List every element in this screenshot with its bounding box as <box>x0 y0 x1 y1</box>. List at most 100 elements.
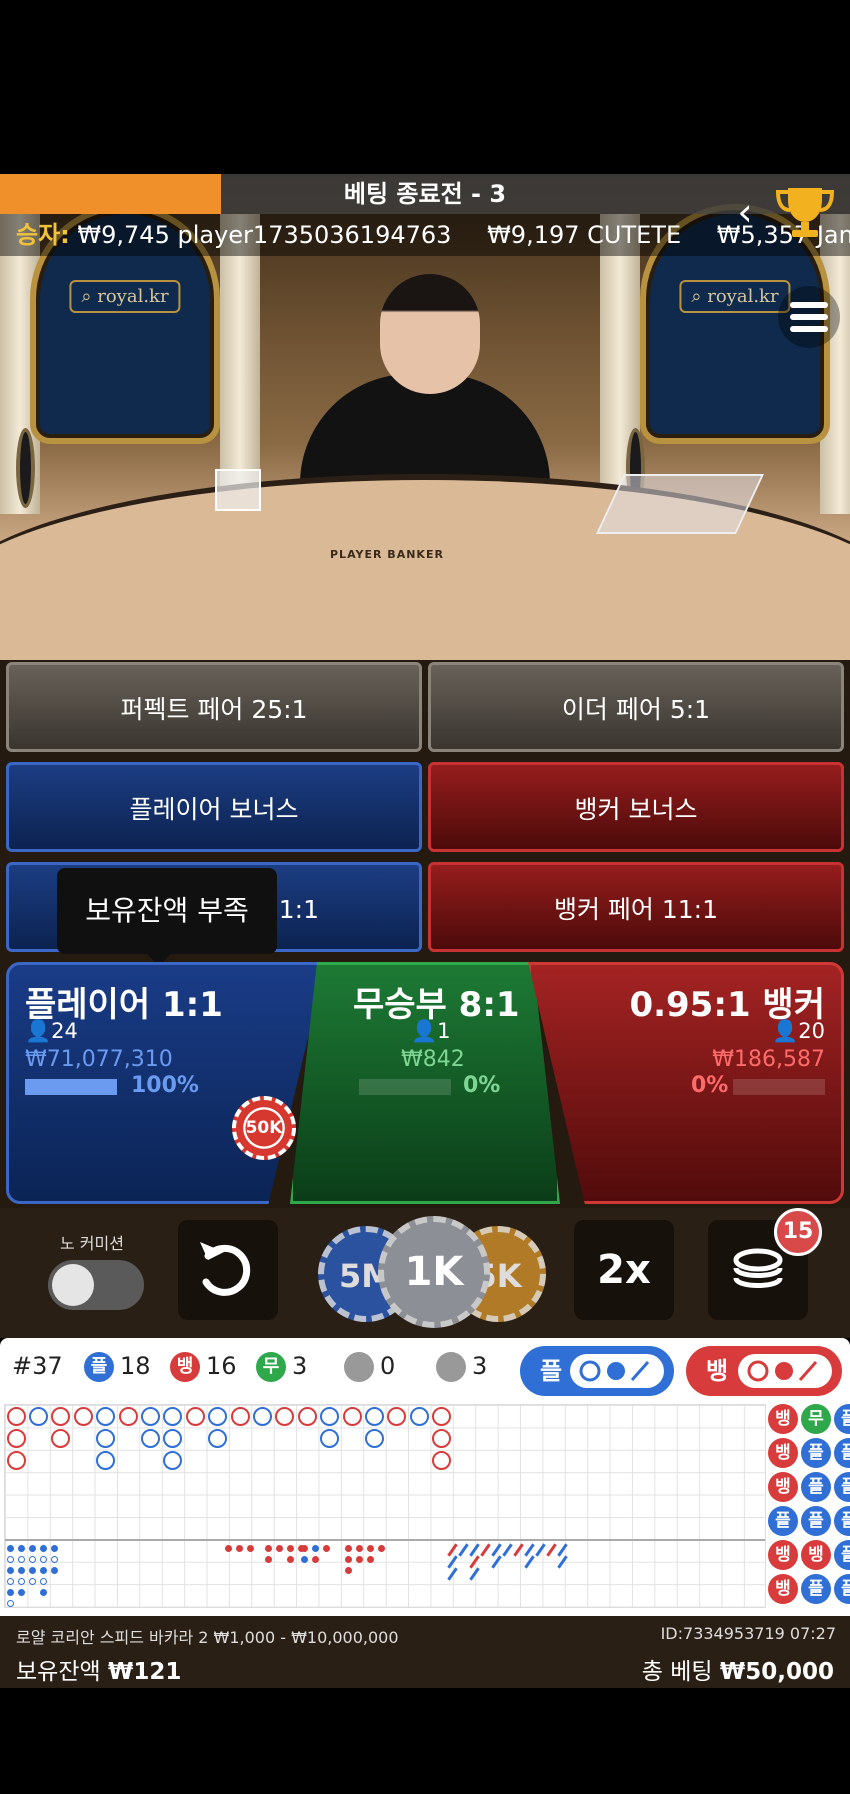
road-dot <box>7 1600 14 1607</box>
perfect-pair-bet[interactable]: 퍼펙트 페어 25:1 <box>6 662 422 752</box>
road-ring-banker <box>342 1406 362 1426</box>
road-ring-banker <box>73 1406 93 1426</box>
road-slash <box>447 1567 458 1581</box>
road-ring-player <box>208 1428 228 1448</box>
predict-banker-pill <box>738 1354 832 1388</box>
banker-bet-bar <box>733 1079 825 1095</box>
road-ring-player <box>208 1406 228 1426</box>
banker-bet-pct: 0% <box>691 1073 729 1098</box>
road-ring-player <box>96 1406 116 1426</box>
road-slash <box>447 1555 458 1569</box>
road-ring-banker <box>6 1451 26 1471</box>
banker-bonus-bet[interactable]: 뱅커 보너스 <box>428 762 844 852</box>
road-ring-banker <box>118 1406 138 1426</box>
chevron-left-icon[interactable]: ‹ <box>720 182 770 242</box>
side-result-badge: 플 <box>834 1472 850 1502</box>
road-dot <box>51 1545 58 1552</box>
road-dot <box>18 1567 25 1574</box>
predict-player-pill <box>570 1354 664 1388</box>
side-result-badge: 뱅 <box>768 1540 798 1570</box>
side-result-badge: 플 <box>834 1404 850 1434</box>
hamburger-menu-icon[interactable] <box>778 286 840 348</box>
road-ring-player <box>163 1428 183 1448</box>
road-ring-player <box>409 1406 429 1426</box>
road-dot <box>247 1545 254 1552</box>
road-dot <box>40 1567 47 1574</box>
tie-bet-pct: 0% <box>463 1073 501 1098</box>
side-result-badge: 플 <box>834 1574 850 1604</box>
side-result-badge: 뱅 <box>768 1574 798 1604</box>
tie-bet-total: ₩842 <box>401 1047 465 1072</box>
road-ring-player <box>252 1406 272 1426</box>
road-ring-banker <box>51 1428 71 1448</box>
player-bet-bar <box>25 1079 117 1095</box>
tie-bet[interactable]: 무승부 8:1 👤1 ₩842 0% <box>290 962 560 1204</box>
road-slash <box>469 1543 480 1557</box>
road-dot <box>323 1545 330 1552</box>
road-dot <box>7 1578 14 1585</box>
road-dot <box>7 1545 14 1552</box>
side-result-badge: 플 <box>801 1438 831 1468</box>
banker-bet-total: ₩186,587 <box>712 1047 825 1072</box>
road-dot <box>356 1545 363 1552</box>
road-slash <box>557 1543 568 1557</box>
road-dot <box>345 1545 352 1552</box>
app-root: ⌕ royal.kr ⌕ royal.kr PLAYER BANKER 베팅 종… <box>0 0 850 1794</box>
road-dot <box>312 1545 319 1552</box>
side-result-badge: 플 <box>801 1506 831 1536</box>
chip-stack-badge: 15 <box>774 1208 822 1256</box>
scoreboard-stats: #37 플 18 뱅 16 무3 0 3 플 뱅 <box>0 1338 850 1398</box>
placed-chip: 50K <box>232 1096 296 1160</box>
player-pair-count: 0 <box>344 1352 395 1382</box>
road-dot <box>287 1556 294 1563</box>
road-slash <box>469 1555 480 1569</box>
road-dot <box>7 1556 14 1563</box>
no-commission-toggle[interactable] <box>48 1260 144 1310</box>
toggle-knob <box>52 1264 94 1306</box>
road-dot <box>276 1545 283 1552</box>
side-result-badge: 플 <box>834 1540 850 1570</box>
road-ring-player <box>140 1428 160 1448</box>
road-dot <box>40 1578 47 1585</box>
undo-icon[interactable] <box>178 1220 278 1320</box>
road-dot <box>40 1556 47 1563</box>
road-ring-player <box>96 1428 116 1448</box>
total-bet: 총 베팅 ₩50,000 <box>641 1659 834 1685</box>
road-ring-banker <box>432 1451 452 1471</box>
road-slash <box>524 1543 535 1557</box>
predict-banker-button[interactable]: 뱅 <box>686 1346 842 1396</box>
banker-pair-count: 3 <box>436 1352 487 1382</box>
player-bonus-bet[interactable]: 플레이어 보너스 <box>6 762 422 852</box>
balance: 보유잔액 ₩121 <box>16 1659 182 1685</box>
tie-count: 무3 <box>256 1352 307 1382</box>
road-slash <box>546 1543 557 1557</box>
double-bet-button[interactable]: 2x <box>574 1220 674 1320</box>
road-dot <box>367 1545 374 1552</box>
player-bet-total: ₩71,077,310 <box>25 1047 173 1072</box>
trophy-icon[interactable] <box>770 182 840 242</box>
table-info: 로얄 코리안 스피드 바카라 2 ₩1,000 - ₩10,000,000 <box>16 1628 399 1647</box>
round-id-time: ID:7334953719 07:27 <box>660 1624 836 1643</box>
predict-player-button[interactable]: 플 <box>520 1346 674 1396</box>
road-dot <box>265 1545 272 1552</box>
player-wins: 플 18 <box>84 1352 151 1382</box>
road-dot <box>29 1545 36 1552</box>
banker-pair-bet[interactable]: 뱅커 페어 11:1 <box>428 862 844 952</box>
side-result-badge: 뱅 <box>768 1472 798 1502</box>
road-ring-banker <box>6 1406 26 1426</box>
either-pair-bet[interactable]: 이더 페어 5:1 <box>428 662 844 752</box>
road-dot <box>40 1545 47 1552</box>
side-result-badge: 플 <box>768 1506 798 1536</box>
chip-1k-selected[interactable]: 1K <box>378 1216 490 1328</box>
road-slash <box>469 1567 480 1581</box>
road-slash <box>513 1543 524 1557</box>
banker-bettor-count: 👤20 <box>772 1019 825 1043</box>
no-commission-label: 노 커미션 <box>60 1234 124 1253</box>
road-dot <box>51 1556 58 1563</box>
table-label: PLAYER BANKER <box>330 548 444 561</box>
insufficient-balance-tooltip: 보유잔액 부족 <box>57 868 277 966</box>
side-result-badge: 플 <box>801 1472 831 1502</box>
road-dot <box>265 1556 272 1563</box>
road-dot <box>18 1589 25 1596</box>
winner-item: ₩9,745 player1735036194763 <box>77 221 452 249</box>
